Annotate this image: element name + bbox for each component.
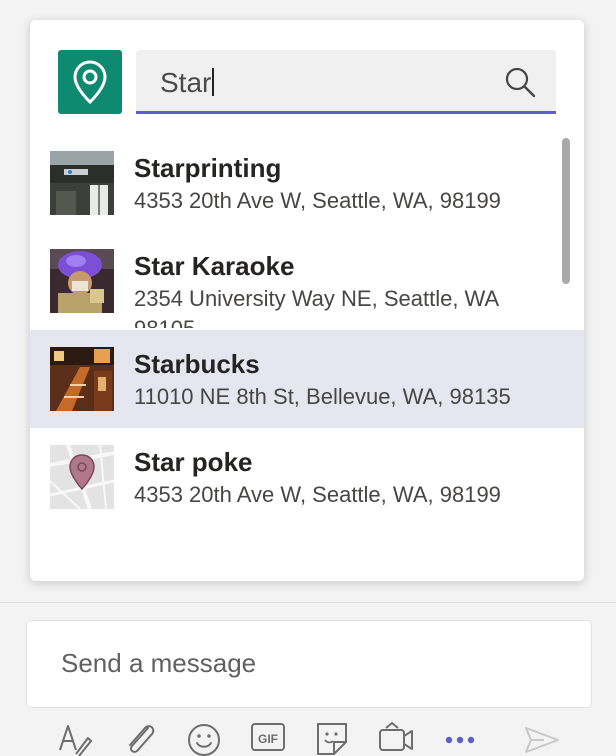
scrollbar[interactable] — [562, 138, 570, 284]
map-pin-placeholder — [50, 445, 114, 509]
building-photo — [50, 151, 114, 215]
list-item-selected[interactable]: Starbucks 11010 NE 8th St, Bellevue, WA,… — [30, 330, 584, 428]
place-title: Star Karaoke — [134, 251, 295, 281]
place-address: 2354 University Way NE, Seattle, WA 9810… — [134, 286, 498, 328]
meet-now-icon — [379, 721, 413, 751]
sticker-icon — [317, 723, 347, 755]
list-item[interactable]: Star Karaoke 2354 University Way NE, Sea… — [30, 232, 584, 330]
sticker-button[interactable] — [312, 720, 352, 756]
search-icon[interactable] — [504, 66, 536, 98]
emoji-button[interactable] — [184, 720, 224, 756]
format-button[interactable] — [54, 720, 94, 756]
attach-icon — [129, 725, 155, 753]
divider — [0, 602, 616, 603]
search-input-value: Star — [160, 67, 212, 98]
place-title: Star poke — [134, 447, 253, 477]
svg-text:GIF: GIF — [258, 732, 278, 746]
more-options-button[interactable] — [440, 720, 480, 756]
gif-icon: GIF — [251, 723, 285, 751]
send-icon — [525, 727, 559, 753]
results-list: Starprinting 4353 20th Ave W, Seattle, W… — [30, 134, 584, 526]
search-input[interactable]: Star — [136, 50, 556, 114]
send-button[interactable] — [522, 720, 562, 756]
karaoke-photo — [50, 249, 114, 313]
place-title: Starbucks — [134, 349, 260, 379]
cafe-photo — [50, 347, 114, 411]
format-icon — [59, 725, 92, 756]
place-address: 4353 20th Ave W, Seattle, WA, 98199 — [134, 188, 501, 213]
compose-placeholder: Send a message — [61, 648, 257, 678]
list-item[interactable]: Star poke 4353 20th Ave W, Seattle, WA, … — [30, 428, 584, 526]
location-pin-icon — [73, 60, 107, 104]
message-compose-box[interactable]: Send a message — [26, 620, 592, 708]
text-caret — [212, 68, 215, 96]
meet-now-button[interactable] — [376, 720, 416, 756]
list-item[interactable]: Starprinting 4353 20th Ave W, Seattle, W… — [30, 134, 584, 232]
attach-button[interactable] — [120, 720, 160, 756]
place-address: 4353 20th Ave W, Seattle, WA, 98199 — [134, 482, 501, 507]
place-address: 11010 NE 8th St, Bellevue, WA, 98135 — [134, 384, 511, 409]
place-title: Starprinting — [134, 153, 282, 183]
compose-toolbar: GIF — [0, 720, 616, 756]
emoji-icon — [188, 724, 220, 756]
location-picker-popup: Star Starprinting 4353 20th Ave W, Seatt… — [30, 20, 584, 581]
more-options-icon — [445, 736, 475, 744]
location-button[interactable] — [58, 50, 122, 114]
gif-button[interactable]: GIF — [248, 720, 288, 756]
